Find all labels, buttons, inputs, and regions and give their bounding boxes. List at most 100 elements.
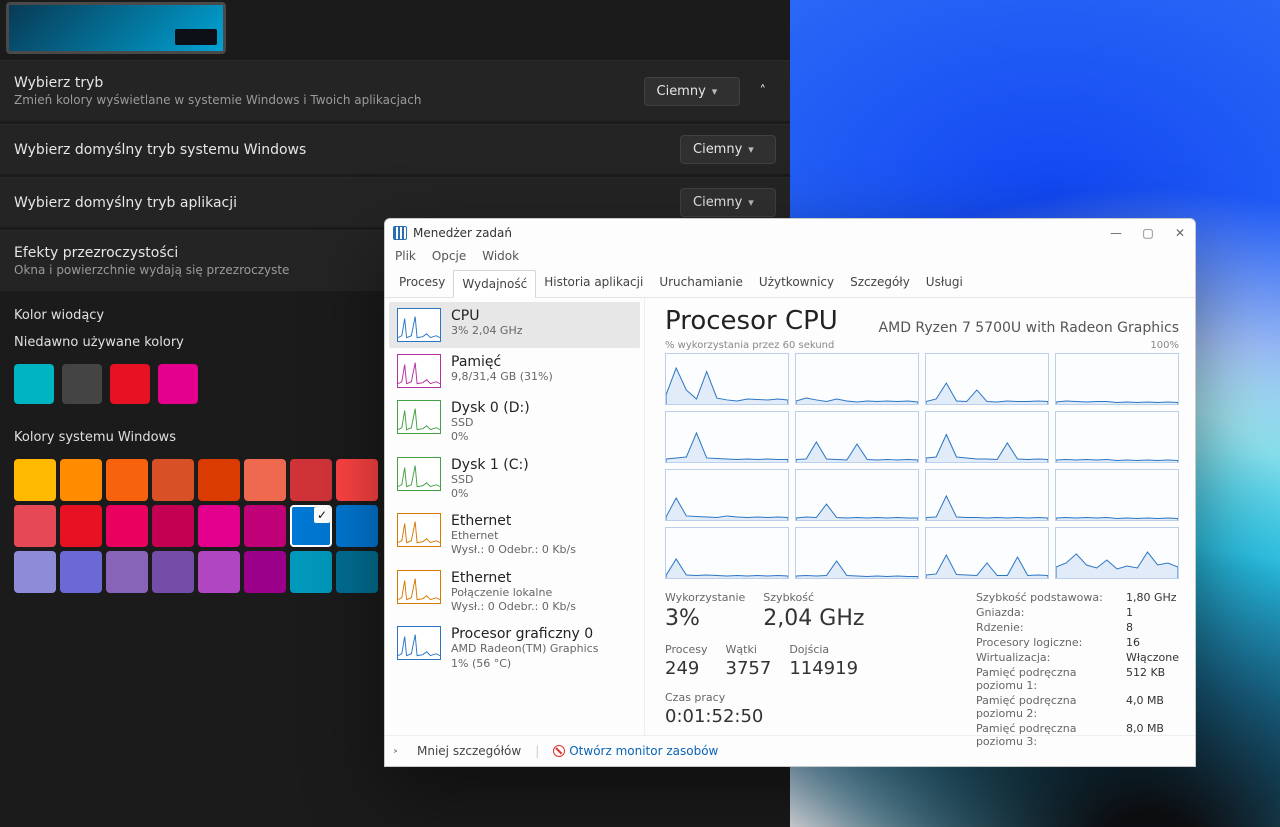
titlebar[interactable]: Menedżer zadań — ▢ ✕: [385, 219, 1195, 247]
color-swatch[interactable]: [60, 505, 102, 547]
color-swatch[interactable]: [106, 505, 148, 547]
minimize-button[interactable]: —: [1109, 226, 1123, 240]
task-manager-footer: ˅ Mniej szczegółów | Otwórz monitor zaso…: [385, 735, 1195, 766]
color-mode-sub: Zmień kolory wyświetlane w systemie Wind…: [14, 93, 421, 107]
tab[interactable]: Użytkownicy: [751, 269, 842, 297]
mini-chart: [397, 513, 441, 547]
sidebar-item-sub: AMD Radeon(TM) Graphics 1% (56 °C): [451, 642, 598, 671]
mini-chart: [397, 570, 441, 604]
fewer-details-button[interactable]: Mniej szczegółów: [417, 744, 521, 758]
color-swatch[interactable]: [198, 459, 240, 501]
menu-item[interactable]: Plik: [395, 249, 416, 263]
close-button[interactable]: ✕: [1173, 226, 1187, 240]
spec-value: 512 KB: [1126, 666, 1179, 692]
spec-key: Wirtualizacja:: [976, 651, 1126, 664]
stat-processes-value: 249: [665, 658, 708, 679]
app-mode-label: Wybierz domyślny tryb aplikacji: [14, 195, 237, 211]
cpu-core-chart: [795, 353, 919, 405]
chevron-down-icon: ▾: [748, 196, 754, 209]
cpu-core-chart: [1055, 411, 1179, 463]
cpu-core-chart: [665, 353, 789, 405]
perf-sidebar-item[interactable]: Dysk 0 (D:)SSD 0%: [389, 394, 640, 451]
color-mode-dropdown[interactable]: Ciemny ▾: [644, 77, 740, 106]
color-swatch[interactable]: [152, 551, 194, 593]
sidebar-item-title: Ethernet: [451, 513, 576, 529]
performance-main: Procesor CPU AMD Ryzen 7 5700U with Rade…: [645, 298, 1195, 735]
mini-chart: [397, 400, 441, 434]
color-swatch[interactable]: [14, 551, 56, 593]
sidebar-item-title: Dysk 0 (D:): [451, 400, 530, 416]
menu-bar: Plik Opcje Widok: [385, 247, 1195, 269]
cpu-core-chart: [665, 469, 789, 521]
windows-mode-value: Ciemny: [693, 142, 742, 157]
color-swatch[interactable]: [14, 459, 56, 501]
app-mode-value: Ciemny: [693, 195, 742, 210]
chevron-up-icon: ˅: [393, 748, 407, 754]
color-swatch[interactable]: [290, 551, 332, 593]
tab[interactable]: Historia aplikacji: [536, 269, 651, 297]
recent-color-swatch[interactable]: [14, 364, 54, 404]
color-swatch[interactable]: [336, 505, 378, 547]
cpu-core-chart: [665, 527, 789, 579]
theme-preview-thumb[interactable]: [6, 2, 226, 54]
maximize-button[interactable]: ▢: [1141, 226, 1155, 240]
perf-sidebar-item[interactable]: CPU3% 2,04 GHz: [389, 302, 640, 348]
spec-value: 4,0 MB: [1126, 694, 1179, 720]
transparency-sub: Okna i powierzchnie wydają się przezrocz…: [14, 263, 289, 277]
color-swatch[interactable]: [198, 505, 240, 547]
color-mode-label: Wybierz tryb: [14, 75, 421, 91]
windows-mode-dropdown[interactable]: Ciemny ▾: [680, 135, 776, 164]
color-swatch[interactable]: [198, 551, 240, 593]
color-mode-value: Ciemny: [657, 84, 706, 99]
perf-sidebar-item[interactable]: EthernetEthernet Wysł.: 0 Odebr.: 0 Kb/s: [389, 507, 640, 564]
color-swatch[interactable]: [106, 551, 148, 593]
tab[interactable]: Szczegóły: [842, 269, 918, 297]
recent-color-swatch[interactable]: [158, 364, 198, 404]
color-swatch[interactable]: [106, 459, 148, 501]
open-resource-monitor-link[interactable]: Otwórz monitor zasobów: [553, 744, 718, 758]
sidebar-item-title: CPU: [451, 308, 523, 324]
menu-item[interactable]: Opcje: [432, 249, 466, 263]
color-swatch[interactable]: [290, 459, 332, 501]
perf-sidebar-item[interactable]: EthernetPołączenie lokalne Wysł.: 0 Odeb…: [389, 564, 640, 621]
app-mode-dropdown[interactable]: Ciemny ▾: [680, 188, 776, 217]
perf-sidebar-item[interactable]: Pamięć9,8/31,4 GB (31%): [389, 348, 640, 394]
expand-row-button[interactable]: ˄: [750, 78, 777, 105]
mini-chart: [397, 354, 441, 388]
cpu-core-chart: [795, 469, 919, 521]
color-swatch[interactable]: [244, 505, 286, 547]
tab[interactable]: Uruchamianie: [651, 269, 751, 297]
color-swatch[interactable]: [60, 551, 102, 593]
tab[interactable]: Wydajność: [453, 270, 536, 298]
sidebar-item-title: Ethernet: [451, 570, 576, 586]
color-swatch[interactable]: [152, 505, 194, 547]
recent-color-swatch[interactable]: [62, 364, 102, 404]
recent-color-swatch[interactable]: [110, 364, 150, 404]
sidebar-item-sub: SSD 0%: [451, 416, 530, 445]
sidebar-item-sub: 3% 2,04 GHz: [451, 324, 523, 338]
spec-key: Szybkość podstawowa:: [976, 591, 1126, 604]
tab[interactable]: Procesy: [391, 269, 453, 297]
perf-sidebar-item[interactable]: Dysk 1 (C:)SSD 0%: [389, 451, 640, 508]
color-swatch[interactable]: [336, 551, 378, 593]
sidebar-item-sub: Ethernet Wysł.: 0 Odebr.: 0 Kb/s: [451, 529, 576, 558]
task-manager-icon: [393, 226, 407, 240]
color-swatch[interactable]: [14, 505, 56, 547]
mini-chart: [397, 626, 441, 660]
color-swatch[interactable]: [60, 459, 102, 501]
cpu-core-chart: [1055, 469, 1179, 521]
theme-preview-row: [0, 0, 790, 60]
color-swatch[interactable]: [290, 505, 332, 547]
color-swatch[interactable]: [244, 551, 286, 593]
cpu-spec-list: Szybkość podstawowa:1,80 GHzGniazda:1Rdz…: [976, 591, 1179, 748]
stat-threads-label: Wątki: [726, 643, 772, 656]
color-swatch[interactable]: [336, 459, 378, 501]
cpu-core-chart: [795, 527, 919, 579]
perf-sidebar-item[interactable]: Procesor graficzny 0AMD Radeon(TM) Graph…: [389, 620, 640, 677]
axis-label-left: % wykorzystania przez 60 sekund: [665, 340, 834, 351]
tab[interactable]: Usługi: [918, 269, 971, 297]
menu-item[interactable]: Widok: [482, 249, 519, 263]
color-swatch[interactable]: [244, 459, 286, 501]
color-swatch[interactable]: [152, 459, 194, 501]
cpu-core-grid: [665, 353, 1179, 579]
